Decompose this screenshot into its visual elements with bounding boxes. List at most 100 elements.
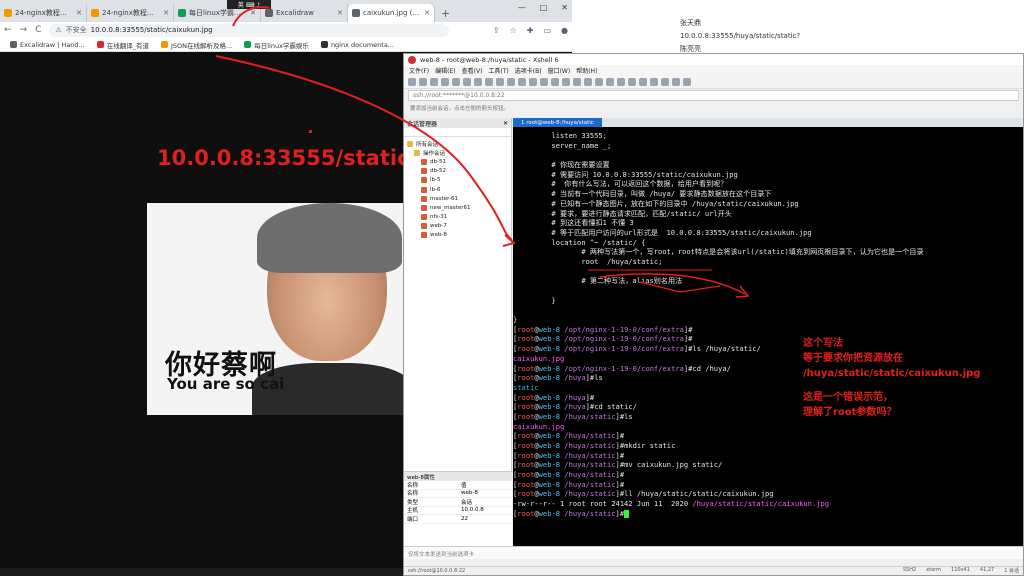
property-key: 名称 (407, 491, 419, 498)
bookmark-item[interactable]: 在线翻译_有道 (96, 40, 149, 50)
property-key: 类型 (407, 499, 419, 506)
terminal-segment: root (517, 392, 535, 402)
menu-item[interactable]: 编辑(E) (435, 66, 455, 75)
menu-item[interactable]: 选项卡(B) (515, 66, 542, 75)
bookmark-icon (320, 41, 328, 48)
browser-tab[interactable]: caixukun.jpg (580×✕ (348, 4, 435, 22)
send-text-bar[interactable]: 仅将文本发送到当前选项卡 (404, 546, 1023, 559)
session-item[interactable]: db-52 (407, 167, 508, 176)
toolbar-button-icon[interactable] (540, 77, 548, 86)
ime-tooltip: 英 ⌨ ♪ (227, 0, 271, 9)
folder-icon (414, 149, 420, 156)
address-bar[interactable]: ⚠ 不安全 10.0.0.8:33555/static/caixukun.jpg (49, 23, 450, 37)
toolbar-button-icon[interactable] (419, 77, 427, 86)
close-button[interactable]: ✕ (561, 3, 568, 12)
toolbar-button-icon[interactable] (408, 77, 416, 86)
sidebar-icon[interactable]: ▭ (543, 26, 551, 35)
star-icon[interactable]: ☆ (510, 26, 517, 35)
browser-tab[interactable]: 24-nginx教程篇 - Gi✕ (0, 4, 87, 22)
terminal-segment: # 你有什么写法，可以返回这个数据，给用户看到呢？ (513, 179, 728, 189)
menu-item[interactable]: 帮助(H) (576, 66, 597, 75)
tab-close-icon[interactable]: ✕ (76, 9, 82, 17)
terminal-segment: } (513, 295, 556, 305)
session-item[interactable]: lb-6 (407, 185, 508, 194)
terminal-segment: ]#ls /huya/static/ (683, 344, 761, 354)
back-button[interactable]: ← (4, 25, 12, 35)
session-item[interactable]: db-51 (407, 157, 508, 166)
bookmark-item[interactable]: nginx documenta... (320, 41, 394, 49)
toolbar-button-icon[interactable] (683, 77, 691, 86)
toolbar-button-icon[interactable] (507, 77, 515, 86)
forward-button[interactable]: → (20, 25, 28, 35)
xshell-address-bar[interactable]: ssh://root:*******@10.0.0.8:22 (408, 90, 1019, 101)
session-item[interactable]: 所有会话 (407, 139, 508, 148)
toolbar-button-icon[interactable] (672, 77, 680, 86)
toolbar-button-icon[interactable] (474, 77, 482, 86)
terminal-segment: web-8 (538, 479, 561, 489)
bookmark-icon (10, 41, 17, 48)
session-search[interactable] (404, 128, 511, 137)
toolbar-button-icon[interactable] (551, 77, 559, 86)
new-tab-button[interactable]: + (441, 7, 450, 20)
toolbar-button-icon[interactable] (584, 77, 592, 86)
toolbar-button-icon[interactable] (529, 77, 537, 86)
toolbar-button-icon[interactable] (463, 77, 471, 86)
toolbar-button-icon[interactable] (628, 77, 636, 86)
toolbar-button-icon[interactable] (562, 77, 570, 86)
terminal-line: [root@web-8 /huya]# (513, 393, 1023, 403)
browser-tab[interactable]: Excalidraw ✕ (261, 4, 348, 22)
menu-item[interactable]: 工具(T) (488, 66, 508, 75)
session-item[interactable]: nfs-31 (407, 213, 508, 222)
toolbar-button-icon[interactable] (573, 77, 581, 86)
toolbar-button-icon[interactable] (661, 77, 669, 86)
terminal-line: [root@web-8 /huya/static]# (513, 451, 1023, 461)
share-icon[interactable]: ⇪ (493, 26, 500, 35)
session-item[interactable]: master-61 (407, 194, 508, 203)
session-item[interactable]: new_master61 (407, 203, 508, 212)
property-value: 会话 (461, 499, 473, 506)
bookmark-item[interactable]: 每日linux学霸娱乐 (244, 40, 309, 50)
terminal-segment: ]# (615, 470, 625, 480)
terminal-segment: /huya/static (564, 470, 616, 480)
session-item[interactable]: lb-5 (407, 176, 508, 185)
terminal-line: [root@web-8 /huya/static]# (513, 480, 1023, 490)
toolbar-button-icon[interactable] (485, 77, 493, 86)
toolbar-button-icon[interactable] (606, 77, 614, 86)
status-field: 41,27 (979, 567, 995, 573)
session-item[interactable]: web-7 (407, 222, 508, 231)
xshell-title: web-8 - root@web-8:/huya/static - Xshell… (420, 55, 559, 64)
terminal-cursor (624, 509, 630, 518)
toolbar-button-icon[interactable] (430, 77, 438, 86)
folder-icon (407, 140, 413, 147)
toolbar-button-icon[interactable] (595, 77, 603, 86)
tab-close-icon[interactable]: ✕ (163, 9, 169, 17)
session-item[interactable]: web-8 (407, 231, 508, 240)
session-item[interactable]: 操作会话 (407, 148, 508, 157)
maximize-button[interactable]: □ (540, 3, 548, 12)
xshell-address-text: ssh://root:*******@10.0.0.8:22 (413, 92, 505, 99)
browser-tab[interactable]: 24-nginx教程篇 - Gi✕ (87, 4, 174, 22)
bookmark-item[interactable]: JSON在线解析及格... (161, 40, 232, 50)
minimize-button[interactable]: — (518, 3, 526, 12)
menu-item[interactable]: 文件(F) (409, 66, 429, 75)
extensions-icon[interactable]: ✚ (527, 26, 534, 35)
toolbar-button-icon[interactable] (496, 77, 504, 86)
bookmark-label: JSON在线解析及格... (171, 41, 233, 50)
menu-item[interactable]: 窗口(W) (548, 66, 571, 75)
toolbar-button-icon[interactable] (518, 77, 526, 86)
toolbar-button-icon[interactable] (650, 77, 658, 86)
terminal-segment: /huya/static (564, 431, 616, 441)
profile-icon[interactable]: ● (561, 26, 568, 35)
tab-close-icon[interactable]: ✕ (337, 9, 343, 17)
toolbar-button-icon[interactable] (452, 77, 460, 86)
terminal-tab[interactable]: 1 root@web-8:/huya/static (513, 118, 602, 127)
close-icon[interactable]: ✕ (503, 120, 508, 127)
reload-button[interactable]: C (35, 25, 41, 35)
tab-close-icon[interactable]: ✕ (424, 9, 430, 17)
menu-item[interactable]: 查看(V) (462, 66, 483, 75)
toolbar-button-icon[interactable] (617, 77, 625, 86)
toolbar-button-icon[interactable] (441, 77, 449, 86)
bookmark-item[interactable]: Excalidraw | Hand... (10, 41, 85, 49)
toolbar-button-icon[interactable] (639, 77, 647, 86)
tab-close-icon[interactable]: ✕ (250, 9, 256, 17)
